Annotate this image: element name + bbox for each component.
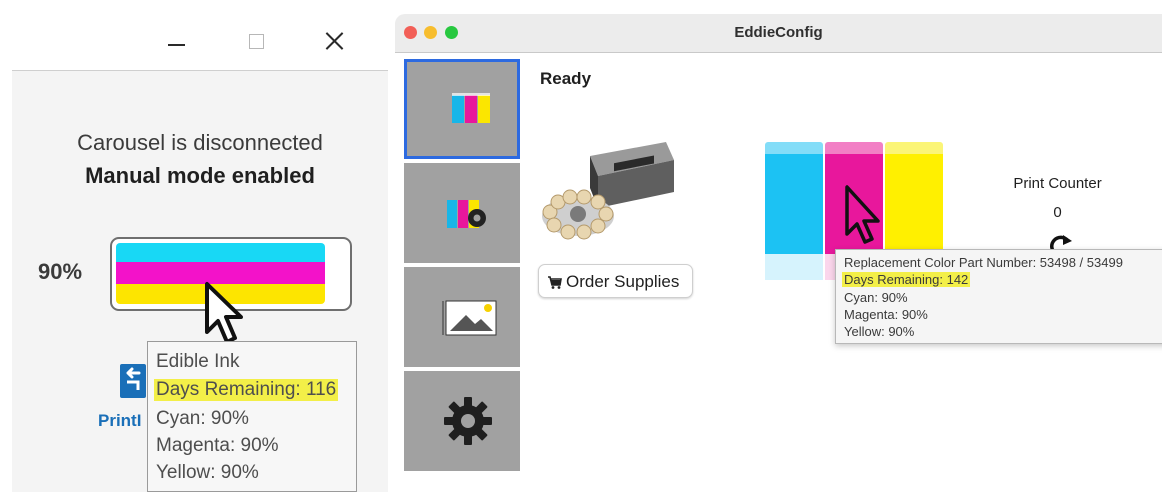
tooltip-magenta: Magenta: 90%: [844, 307, 928, 322]
tab-image[interactable]: [404, 267, 520, 367]
tooltip-magenta: Magenta: 90%: [156, 435, 279, 456]
tab-settings[interactable]: [404, 371, 520, 471]
image-icon: [442, 300, 497, 336]
cyan-ink-tank: [765, 142, 823, 280]
tooltip-cyan: Cyan: 90%: [844, 290, 908, 305]
ink-cartridges-icon: [452, 93, 490, 123]
printer-status: Ready: [540, 69, 592, 88]
window-titlebar: [0, 0, 388, 70]
tooltip-yellow: Yellow: 90%: [844, 324, 915, 339]
tooltip-yellow: Yellow: 90%: [156, 462, 259, 483]
windows-app-window: Carousel is disconnected Manual mode ena…: [0, 0, 388, 492]
print-label[interactable]: PrintI: [98, 411, 141, 431]
minimize-icon: [168, 44, 185, 46]
ink-tooltip: Edible Ink Days Remaining: 116 Cyan: 90%…: [147, 341, 357, 492]
window-title: EddieConfig: [734, 24, 823, 41]
tooltip-cyan: Cyan: 90%: [156, 408, 249, 429]
print-counter-label: Print Counter: [1013, 175, 1102, 192]
tooltip-days-remaining: Days Remaining: 116: [154, 379, 339, 401]
mouse-cursor-icon: [205, 282, 243, 344]
tooltip-part-number: Replacement Color Part Number: 53498 / 5…: [844, 255, 1123, 270]
ink-settings-icon: [447, 200, 486, 228]
maximize-button[interactable]: [242, 26, 272, 56]
order-supplies-label: Order Supplies: [566, 272, 680, 291]
minimize-button[interactable]: [160, 26, 190, 56]
tab-ink-settings[interactable]: [404, 163, 520, 263]
mode-status: Manual mode enabled: [85, 163, 315, 188]
mac-titlebar: EddieConfig: [395, 14, 1162, 52]
eddieconfig-window: EddieConfig Ready Order Supplies Print C…: [395, 14, 1162, 492]
cart-icon: [548, 276, 562, 289]
printer-image: [542, 142, 674, 240]
order-supplies-button[interactable]: Order Supplies: [538, 264, 693, 298]
mouse-cursor-icon: [845, 185, 880, 244]
close-button[interactable]: [320, 26, 350, 56]
tooltip-days-remaining: Days Remaining: 142: [842, 272, 971, 287]
print-counter-value: 0: [1053, 204, 1062, 221]
gear-icon: [444, 397, 492, 445]
sidebar: [401, 56, 527, 492]
tooltip-title: Edible Ink: [156, 351, 240, 372]
cyan-ink-bar: [116, 243, 325, 262]
maximize-icon: [249, 34, 264, 49]
connection-status: Carousel is disconnected: [77, 130, 323, 155]
ink-percent-label: 90%: [38, 259, 83, 284]
print-icon[interactable]: [118, 362, 148, 400]
ink-tooltip: Replacement Color Part Number: 53498 / 5…: [835, 249, 1162, 344]
tab-ink-status[interactable]: [404, 59, 520, 159]
